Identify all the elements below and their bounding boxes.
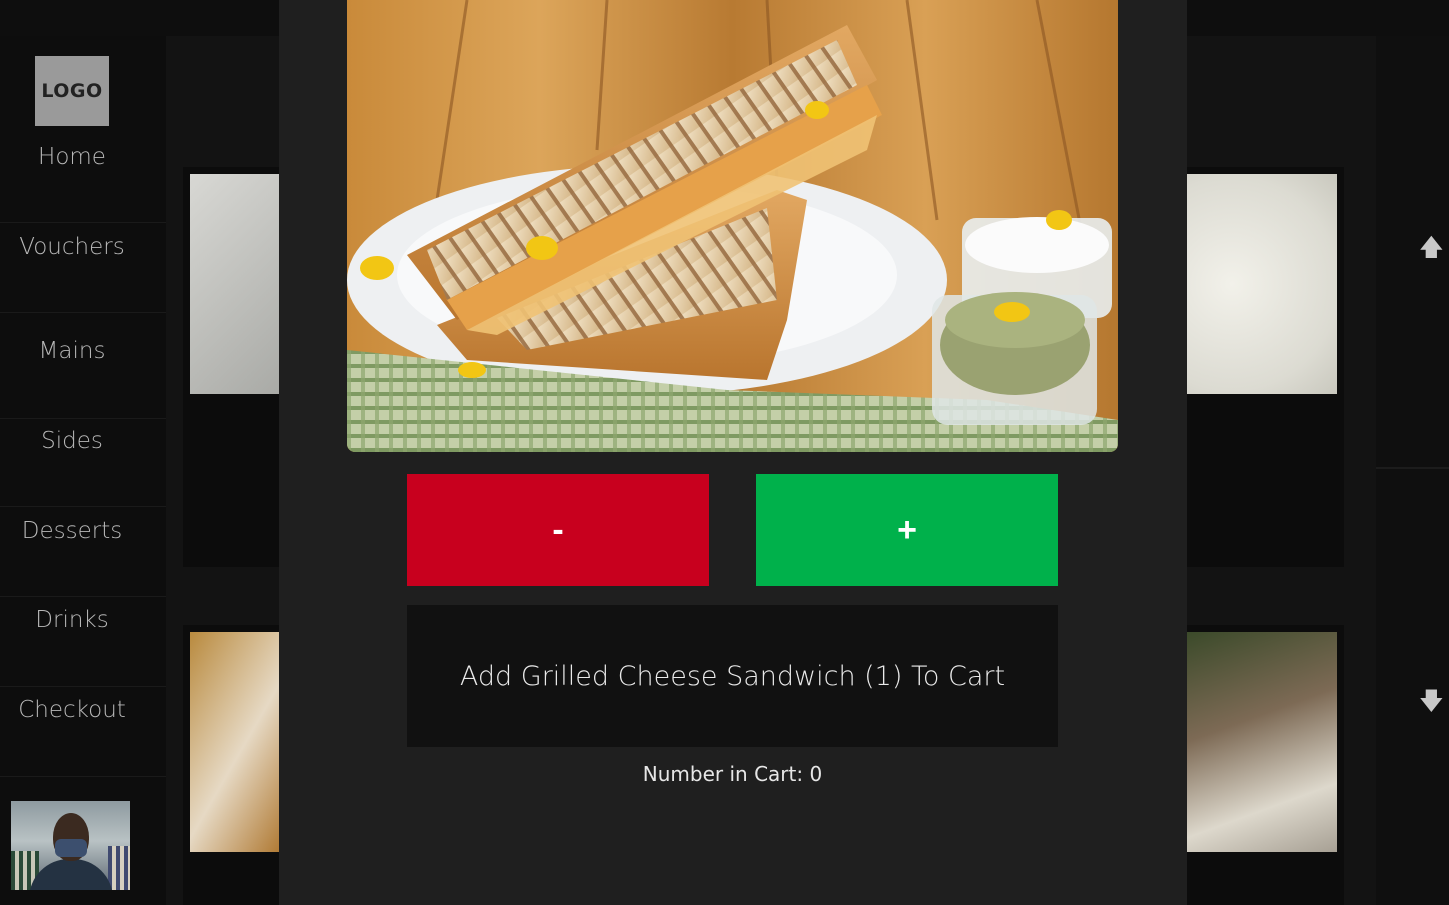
menu-item-image[interactable] <box>1187 632 1337 852</box>
logo[interactable]: LOGO <box>35 56 109 126</box>
sidebar-item-sides[interactable]: Sides <box>0 428 144 454</box>
divider <box>0 506 166 507</box>
sidebar-item-vouchers[interactable]: Vouchers <box>0 234 144 260</box>
sidebar-item-checkout[interactable]: Checkout <box>0 697 144 723</box>
increase-quantity-button[interactable]: + <box>756 474 1058 586</box>
menu-item-image[interactable] <box>190 174 280 394</box>
item-photo <box>347 0 1118 452</box>
decrease-quantity-button[interactable]: - <box>407 474 709 586</box>
sidebar-item-mains[interactable]: Mains <box>0 338 144 364</box>
add-to-cart-button[interactable]: Add Grilled Cheese Sandwich (1) To Cart <box>407 605 1058 747</box>
arrow-up-icon[interactable]: 🡅 <box>1419 230 1444 261</box>
divider <box>0 222 166 223</box>
divider <box>0 776 166 777</box>
sidebar-item-desserts[interactable]: Desserts <box>0 518 144 544</box>
sidebar-item-drinks[interactable]: Drinks <box>0 607 144 633</box>
menu-item-image[interactable] <box>1187 174 1337 394</box>
cart-count-text: Number in Cart: 0 <box>642 762 823 786</box>
sandwich-image <box>347 0 1118 452</box>
arrow-down-icon[interactable]: 🡇 <box>1419 684 1444 715</box>
menu-item-image[interactable] <box>190 632 280 852</box>
divider <box>0 686 166 687</box>
divider <box>0 596 166 597</box>
scroll-panel <box>1376 36 1449 905</box>
divider <box>0 312 166 313</box>
sidebar-item-home[interactable]: Home <box>0 144 144 170</box>
sidebar: LOGO Home Vouchers Mains Sides Desserts … <box>0 36 166 905</box>
item-modal: - + Add Grilled Cheese Sandwich (1) To C… <box>279 0 1187 905</box>
webcam-avatar <box>11 801 130 890</box>
divider <box>0 418 166 419</box>
divider <box>1376 467 1449 469</box>
